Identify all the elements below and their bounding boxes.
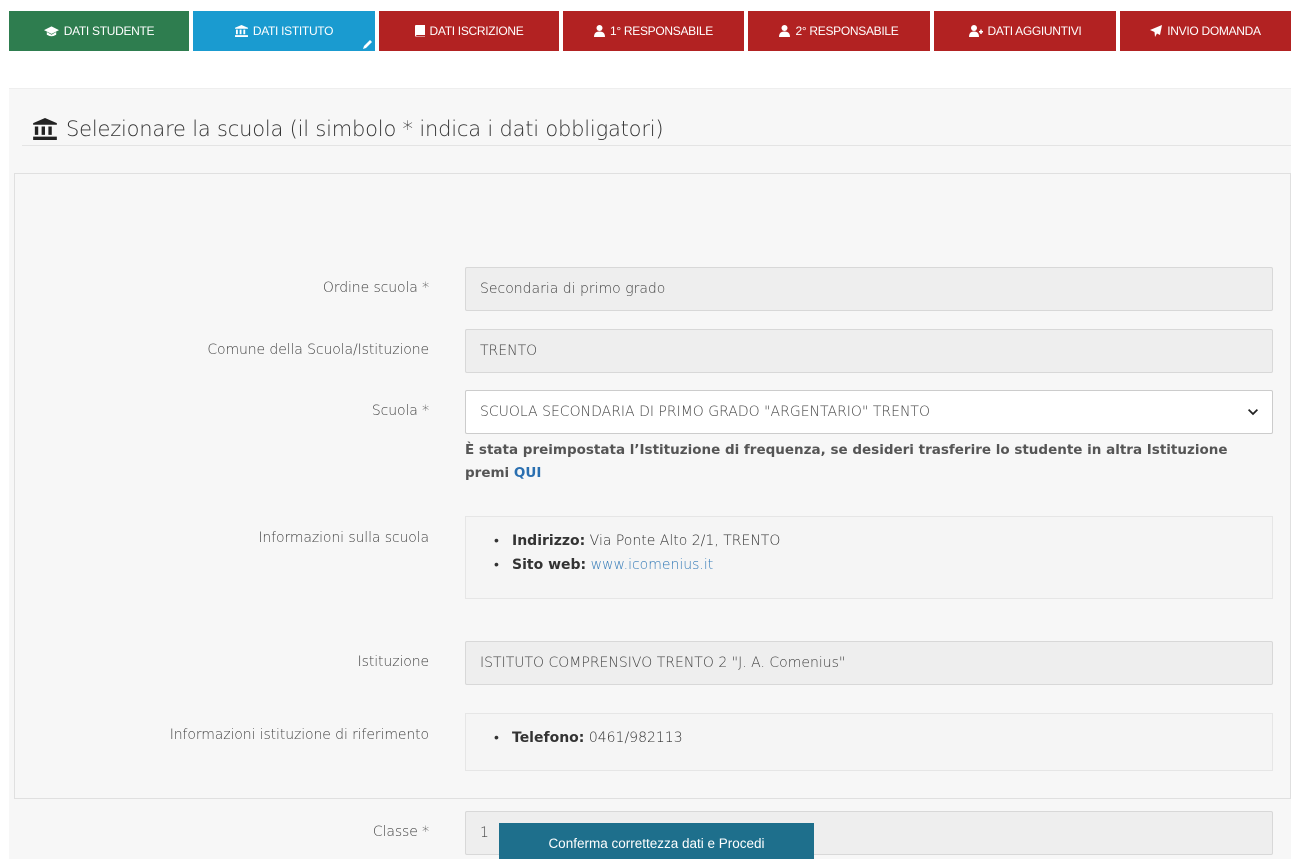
tab-dati-studente[interactable]: DATI STUDENTE bbox=[9, 11, 189, 51]
preset-notice: È stata preimpostata l’Istituzione di fr… bbox=[465, 439, 1255, 485]
info-istituzione-label: Informazioni istituzione di riferimento bbox=[169, 727, 429, 743]
wizard-tabs: DATI STUDENTE DATI ISTITUTO DATI ISCRIZI… bbox=[9, 11, 1291, 51]
comune-value: TRENTO bbox=[480, 343, 538, 359]
tab-secondo-responsabile[interactable]: 2° RESPONSABILE bbox=[748, 11, 930, 51]
tab-label: 1° RESPONSABILE bbox=[609, 24, 713, 38]
telefono-item: Telefono: 0461/982113 bbox=[494, 726, 1272, 750]
website-link[interactable]: www.icomenius.it bbox=[591, 557, 714, 573]
tab-label: 2° RESPONSABILE bbox=[795, 24, 899, 38]
tab-label: DATI ISCRIZIONE bbox=[429, 24, 524, 38]
institution-icon bbox=[234, 25, 248, 37]
indirizzo-item: Indirizzo: Via Ponte Alto 2/1, TRENTO bbox=[494, 529, 1272, 553]
page-title: Selezionare la scuola (il simbolo * indi… bbox=[32, 117, 664, 141]
tab-label: DATI STUDENTE bbox=[63, 24, 155, 38]
school-selection-panel: Selezionare la scuola (il simbolo * indi… bbox=[9, 88, 1291, 859]
tab-primo-responsabile[interactable]: 1° RESPONSABILE bbox=[563, 11, 744, 51]
tab-dati-iscrizione[interactable]: DATI ISCRIZIONE bbox=[379, 11, 559, 51]
tab-invio-domanda[interactable]: INVIO DOMANDA bbox=[1120, 11, 1291, 51]
ordine-scuola-field: Secondaria di primo grado bbox=[465, 267, 1273, 311]
pencil-icon bbox=[363, 40, 372, 49]
page-title-text: Selezionare la scuola (il simbolo * indi… bbox=[66, 117, 664, 141]
tab-dati-aggiuntivi[interactable]: DATI AGGIUNTIVI bbox=[934, 11, 1116, 51]
paper-plane-icon bbox=[1150, 25, 1163, 37]
istituzione-value: ISTITUTO COMPRENSIVO TRENTO 2 "J. A. Com… bbox=[480, 655, 846, 671]
comune-field: TRENTO bbox=[465, 329, 1273, 373]
tab-dati-istituto[interactable]: DATI ISTITUTO bbox=[193, 11, 375, 51]
change-institution-link[interactable]: QUI bbox=[514, 465, 541, 481]
info-istituzione-box: Telefono: 0461/982113 bbox=[465, 713, 1273, 771]
divider bbox=[22, 145, 1291, 146]
book-icon bbox=[414, 25, 425, 37]
user-icon bbox=[779, 25, 791, 37]
classe-value: 1 bbox=[480, 825, 489, 841]
scuola-label: Scuola * bbox=[371, 403, 429, 419]
scuola-select[interactable]: SCUOLA SECONDARIA DI PRIMO GRADO "ARGENT… bbox=[465, 390, 1273, 434]
user-plus-icon bbox=[968, 25, 983, 37]
user-icon bbox=[593, 25, 605, 37]
comune-label: Comune della Scuola/Istituzione bbox=[207, 342, 429, 358]
istituzione-label: Istituzione bbox=[357, 654, 429, 670]
info-scuola-label: Informazioni sulla scuola bbox=[258, 530, 429, 546]
tab-label: DATI AGGIUNTIVI bbox=[987, 24, 1082, 38]
tab-label: DATI ISTITUTO bbox=[252, 24, 334, 38]
chevron-down-icon bbox=[1248, 408, 1258, 415]
school-form: Ordine scuola * Secondaria di primo grad… bbox=[14, 173, 1291, 855]
istituzione-field: ISTITUTO COMPRENSIVO TRENTO 2 "J. A. Com… bbox=[465, 641, 1273, 685]
info-scuola-box: Indirizzo: Via Ponte Alto 2/1, TRENTO Si… bbox=[465, 516, 1273, 599]
tab-label: INVIO DOMANDA bbox=[1167, 24, 1261, 38]
ordine-scuola-label: Ordine scuola * bbox=[322, 280, 429, 296]
preset-notice-text: È stata preimpostata l’Istituzione di fr… bbox=[465, 442, 1228, 481]
classe-label: Classe * bbox=[372, 824, 429, 840]
graduation-cap-icon bbox=[43, 25, 59, 36]
scuola-select-value: SCUOLA SECONDARIA DI PRIMO GRADO "ARGENT… bbox=[480, 404, 931, 420]
ordine-scuola-value: Secondaria di primo grado bbox=[480, 281, 666, 297]
institution-icon bbox=[33, 118, 57, 140]
sito-web-item: Sito web: www.icomenius.it bbox=[494, 553, 1272, 577]
confirm-proceed-button[interactable]: Conferma correttezza dati e Procedi bbox=[499, 823, 814, 859]
